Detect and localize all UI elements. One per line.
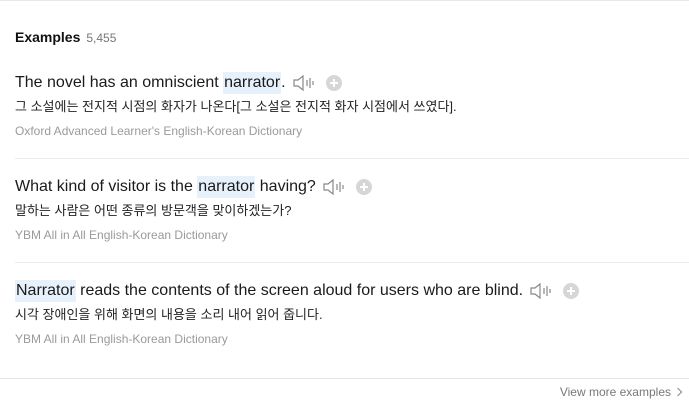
- sentence-text: The novel has an omniscient: [15, 74, 224, 91]
- sentence-text: reads the contents of the screen aloud f…: [75, 282, 524, 299]
- examples-title: Examples: [15, 29, 81, 45]
- examples-count: 5,455: [86, 31, 117, 45]
- highlighted-word[interactable]: narrator: [223, 72, 282, 94]
- plus-circle-icon[interactable]: [563, 283, 580, 299]
- example-item: Narrator reads the contents of the scree…: [15, 280, 689, 346]
- speaker-icon[interactable]: [529, 282, 553, 300]
- example-translation: 말하는 사람은 어떤 종류의 방문객을 맞이하겠는가?: [15, 203, 292, 218]
- top-divider: [0, 0, 689, 1]
- example-source: YBM All in All English-Korean Dictionary: [15, 332, 228, 346]
- example-divider: [15, 262, 689, 263]
- chevron-right-icon: [673, 387, 683, 397]
- example-item: What kind of visitor is the narrator hav…: [15, 176, 689, 242]
- speaker-icon[interactable]: [292, 74, 316, 92]
- examples-header: Examples 5,455: [15, 29, 116, 45]
- footer-divider: [0, 378, 689, 379]
- example-item: The novel has an omniscient narrator. 그 …: [15, 72, 689, 138]
- view-more-examples-link[interactable]: View more examples: [559, 385, 683, 399]
- example-source: YBM All in All English-Korean Dictionary: [15, 228, 228, 242]
- example-sentence: What kind of visitor is the narrator hav…: [15, 176, 689, 198]
- example-divider: [15, 158, 689, 159]
- sentence-text: What kind of visitor is the: [15, 178, 198, 195]
- view-more-label: View more examples: [559, 385, 671, 399]
- example-sentence: The novel has an omniscient narrator.: [15, 72, 689, 94]
- highlighted-word[interactable]: narrator: [197, 176, 256, 198]
- example-sentence: Narrator reads the contents of the scree…: [15, 280, 689, 302]
- example-source: Oxford Advanced Learner's English-Korean…: [15, 124, 303, 138]
- sentence-text: .: [281, 74, 286, 91]
- plus-circle-icon[interactable]: [355, 179, 372, 195]
- plus-circle-icon[interactable]: [325, 75, 342, 91]
- sentence-text: having?: [255, 178, 316, 195]
- example-translation: 그 소설에는 전지적 시점의 화자가 나온다[그 소설은 전지적 화자 시점에서…: [15, 99, 457, 114]
- highlighted-word[interactable]: Narrator: [15, 280, 76, 302]
- speaker-icon[interactable]: [322, 178, 346, 196]
- example-translation: 시각 장애인을 위해 화면의 내용을 소리 내어 읽어 줍니다.: [15, 307, 323, 322]
